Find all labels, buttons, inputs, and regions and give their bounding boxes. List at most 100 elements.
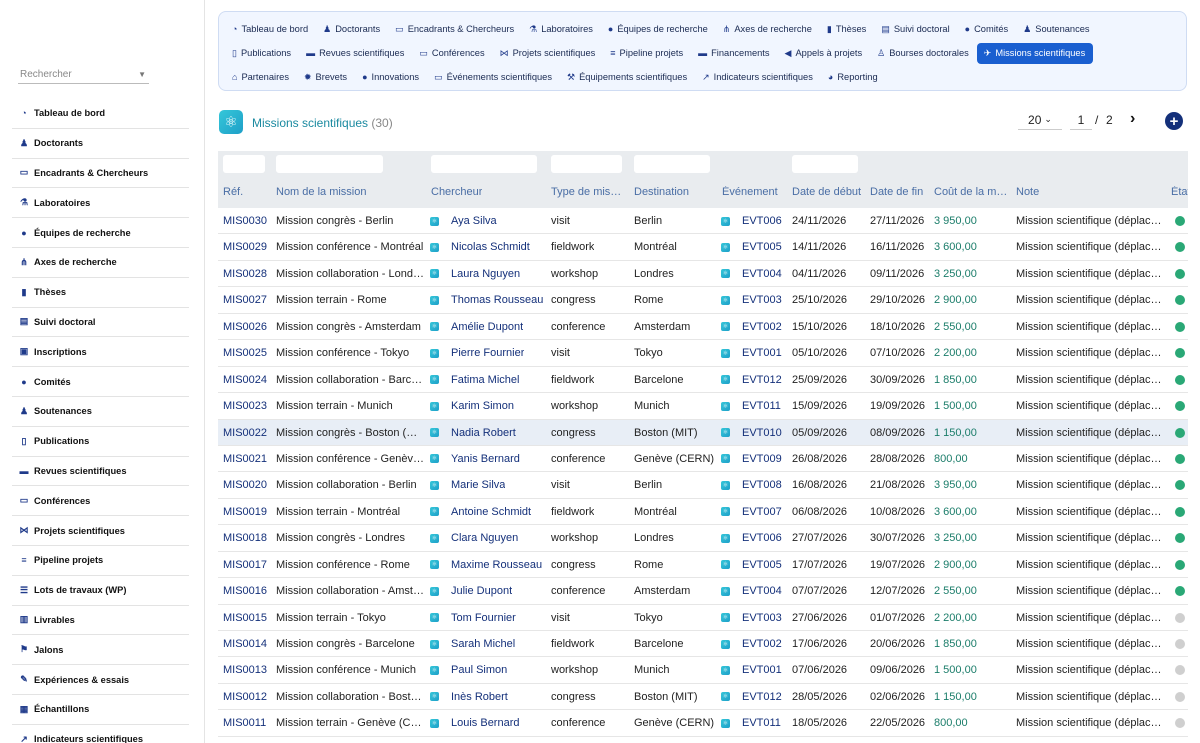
- cell-researcher[interactable]: ⚛ Thomas Rousseau: [429, 294, 543, 306]
- column-header-ref[interactable]: Réf.: [223, 186, 243, 198]
- tab-publications[interactable]: ▯ Publications: [225, 43, 299, 64]
- cell-ref[interactable]: MIS0025: [223, 347, 267, 359]
- cell-researcher[interactable]: ⚛ Nadia Robert: [429, 427, 516, 439]
- cell-event[interactable]: ⚛ EVT010: [720, 427, 782, 439]
- column-header-date-de-debut[interactable]: Date de début: [792, 186, 861, 198]
- table-row[interactable]: MIS0025 Mission conférence - Tokyo ⚛ Pierre…: [218, 340, 1188, 367]
- column-filter-input[interactable]: [792, 155, 858, 173]
- sidebar-item-publications[interactable]: ▯ Publications: [12, 427, 189, 457]
- sidebar-item-suivi-doctoral[interactable]: ▤ Suivi doctoral: [12, 308, 189, 338]
- table-row[interactable]: MIS0019 Mission terrain - Montréal ⚛ Antoin…: [218, 499, 1188, 526]
- cell-event[interactable]: ⚛ EVT007: [720, 506, 782, 518]
- cell-researcher[interactable]: ⚛ Aya Silva: [429, 215, 497, 227]
- tab-soutenances[interactable]: ♟ Soutenances: [1016, 19, 1097, 40]
- table-row[interactable]: MIS0012 Mission collaboration - Bost… ⚛ Inè…: [218, 684, 1188, 711]
- tab-suivi-doctoral[interactable]: ▤ Suivi doctoral: [874, 19, 957, 40]
- table-row[interactable]: MIS0024 Mission collaboration - Barc… ⚛ Fat…: [218, 367, 1188, 394]
- column-header-date-de-fin[interactable]: Date de fin: [870, 186, 923, 198]
- column-header-type-de-mis[interactable]: Type de mis…: [551, 186, 621, 198]
- tab-financements[interactable]: ▬ Financements: [691, 43, 777, 64]
- cell-researcher[interactable]: ⚛ Nicolas Schmidt: [429, 241, 530, 253]
- tab-brevets[interactable]: ✹ Brevets: [297, 67, 355, 88]
- column-header-note[interactable]: Note: [1016, 186, 1039, 198]
- cell-event[interactable]: ⚛ EVT001: [720, 347, 782, 359]
- column-filter-input[interactable]: [551, 155, 622, 173]
- cell-ref[interactable]: MIS0011: [223, 717, 266, 729]
- cell-researcher[interactable]: ⚛ Clara Nguyen: [429, 532, 518, 544]
- tab-innovations[interactable]: ● Innovations: [355, 67, 427, 88]
- sidebar-item-doctorants[interactable]: ♟ Doctorants: [12, 129, 189, 159]
- tab-equipements-scientifiques[interactable]: ⚒ Équipements scientifiques: [560, 67, 695, 88]
- tab-missions-scientifiques[interactable]: ✈ Missions scientifiques: [976, 42, 1094, 64]
- tab-appels-a-projets[interactable]: ◀ Appels à projets: [778, 43, 871, 64]
- sidebar-search-select[interactable]: Rechercher ▼: [18, 66, 149, 84]
- sidebar-item-laboratoires[interactable]: ⚗ Laboratoires: [12, 188, 189, 219]
- sidebar-item-projets-scientifiques[interactable]: ⋈ Projets scientifiques: [12, 516, 189, 546]
- sidebar-item-tableau-de-bord[interactable]: ◔ Tableau de bord: [12, 99, 189, 129]
- sidebar-item-theses[interactable]: ▮ Thèses: [12, 278, 189, 308]
- tab-conferences[interactable]: ▭ Conférences: [412, 43, 492, 64]
- table-row[interactable]: MIS0013 Mission conférence - Munich ⚛ Paul …: [218, 657, 1188, 684]
- cell-researcher[interactable]: ⚛ Paul Simon: [429, 664, 507, 676]
- add-record-button[interactable]: +: [1165, 112, 1183, 130]
- table-row[interactable]: MIS0021 Mission conférence - Genèv… ⚛ Yanis…: [218, 446, 1188, 473]
- sidebar-item-comites[interactable]: ● Comités: [12, 367, 189, 397]
- cell-ref[interactable]: MIS0024: [223, 374, 267, 386]
- cell-researcher[interactable]: ⚛ Amélie Dupont: [429, 321, 523, 333]
- cell-researcher[interactable]: ⚛ Laura Nguyen: [429, 268, 520, 280]
- tab-projets-scientifiques[interactable]: ⋈ Projets scientifiques: [493, 43, 604, 64]
- tab-bourses-doctorales[interactable]: ♙ Bourses doctorales: [870, 43, 977, 64]
- cell-event[interactable]: ⚛ EVT003: [720, 612, 782, 624]
- cell-researcher[interactable]: ⚛ Julie Dupont: [429, 585, 512, 597]
- table-row[interactable]: MIS0014 Mission congrès - Barcelone ⚛ Sarah…: [218, 631, 1188, 658]
- cell-ref[interactable]: MIS0030: [223, 215, 267, 227]
- column-header-nom-de-la-mission[interactable]: Nom de la mission: [276, 186, 366, 198]
- sidebar-item-echantillons[interactable]: ▦ Échantillons: [12, 695, 189, 725]
- cell-researcher[interactable]: ⚛ Yanis Bernard: [429, 453, 520, 465]
- cell-event[interactable]: ⚛ EVT006: [720, 215, 782, 227]
- cell-ref[interactable]: MIS0026: [223, 321, 267, 333]
- table-row[interactable]: MIS0020 Mission collaboration - Berlin ⚛ Ma…: [218, 472, 1188, 499]
- sidebar-item-indicateurs-scientifiques[interactable]: ↗ Indicateurs scientifiques: [12, 725, 189, 743]
- cell-event[interactable]: ⚛ EVT011: [720, 717, 781, 729]
- cell-event[interactable]: ⚛ EVT001: [720, 664, 782, 676]
- sidebar-item-revues-scientifiques[interactable]: ▬ Revues scientifiques: [12, 457, 189, 487]
- cell-researcher[interactable]: ⚛ Tom Fournier: [429, 612, 516, 624]
- cell-event[interactable]: ⚛ EVT005: [720, 559, 782, 571]
- column-header-cout-de-la-m[interactable]: Coût de la m…: [934, 186, 1007, 198]
- cell-ref[interactable]: MIS0016: [223, 585, 267, 597]
- tab-equipes-de-recherche[interactable]: ● Équipes de recherche: [601, 19, 716, 40]
- cell-ref[interactable]: MIS0029: [223, 241, 267, 253]
- sidebar-item-axes-de-recherche[interactable]: ⋔ Axes de recherche: [12, 248, 189, 278]
- cell-ref[interactable]: MIS0027: [223, 294, 267, 306]
- cell-event[interactable]: ⚛ EVT002: [720, 638, 782, 650]
- cell-researcher[interactable]: ⚛ Fatima Michel: [429, 374, 519, 386]
- cell-ref[interactable]: MIS0012: [223, 691, 267, 703]
- cell-event[interactable]: ⚛ EVT006: [720, 532, 782, 544]
- table-row[interactable]: MIS0011 Mission terrain - Genève (C… ⚛ Loui…: [218, 710, 1188, 737]
- sidebar-item-encadrants-chercheurs[interactable]: ▭ Encadrants & Chercheurs: [12, 159, 189, 189]
- tab-comites[interactable]: ● Comités: [958, 19, 1017, 40]
- tab-indicateurs-scientifiques[interactable]: ↗ Indicateurs scientifiques: [695, 67, 821, 88]
- table-row[interactable]: MIS0015 Mission terrain - Tokyo ⚛ Tom Fourn…: [218, 605, 1188, 631]
- cell-researcher[interactable]: ⚛ Louis Bernard: [429, 717, 520, 729]
- tab-axes-de-recherche[interactable]: ⋔ Axes de recherche: [716, 19, 820, 40]
- table-row[interactable]: MIS0030 Mission congrès - Berlin ⚛ Aya Silv…: [218, 208, 1188, 235]
- tab-pipeline-projets[interactable]: ≡ Pipeline projets: [603, 43, 691, 64]
- cell-ref[interactable]: MIS0019: [223, 506, 267, 518]
- cell-researcher[interactable]: ⚛ Pierre Fournier: [429, 347, 524, 359]
- sidebar-item-equipes-de-recherche[interactable]: ● Équipes de recherche: [12, 218, 189, 248]
- cell-event[interactable]: ⚛ EVT002: [720, 321, 782, 333]
- cell-event[interactable]: ⚛ EVT012: [720, 691, 782, 703]
- cell-event[interactable]: ⚛ EVT004: [720, 585, 782, 597]
- column-filter-input[interactable]: [223, 155, 265, 173]
- column-filter-input[interactable]: [634, 155, 710, 173]
- cell-researcher[interactable]: ⚛ Antoine Schmidt: [429, 506, 531, 518]
- table-row[interactable]: MIS0018 Mission congrès - Londres ⚛ Clara N…: [218, 525, 1188, 552]
- table-row[interactable]: MIS0016 Mission collaboration - Amst… ⚛ Jul…: [218, 578, 1188, 605]
- table-row[interactable]: MIS0017 Mission conférence - Rome ⚛ Maxime …: [218, 552, 1188, 579]
- next-page-button[interactable]: ›: [1130, 110, 1135, 128]
- cell-ref[interactable]: MIS0015: [223, 612, 267, 624]
- table-row[interactable]: MIS0023 Mission terrain - Munich ⚛ Karim Si…: [218, 393, 1188, 420]
- cell-ref[interactable]: MIS0023: [223, 400, 267, 412]
